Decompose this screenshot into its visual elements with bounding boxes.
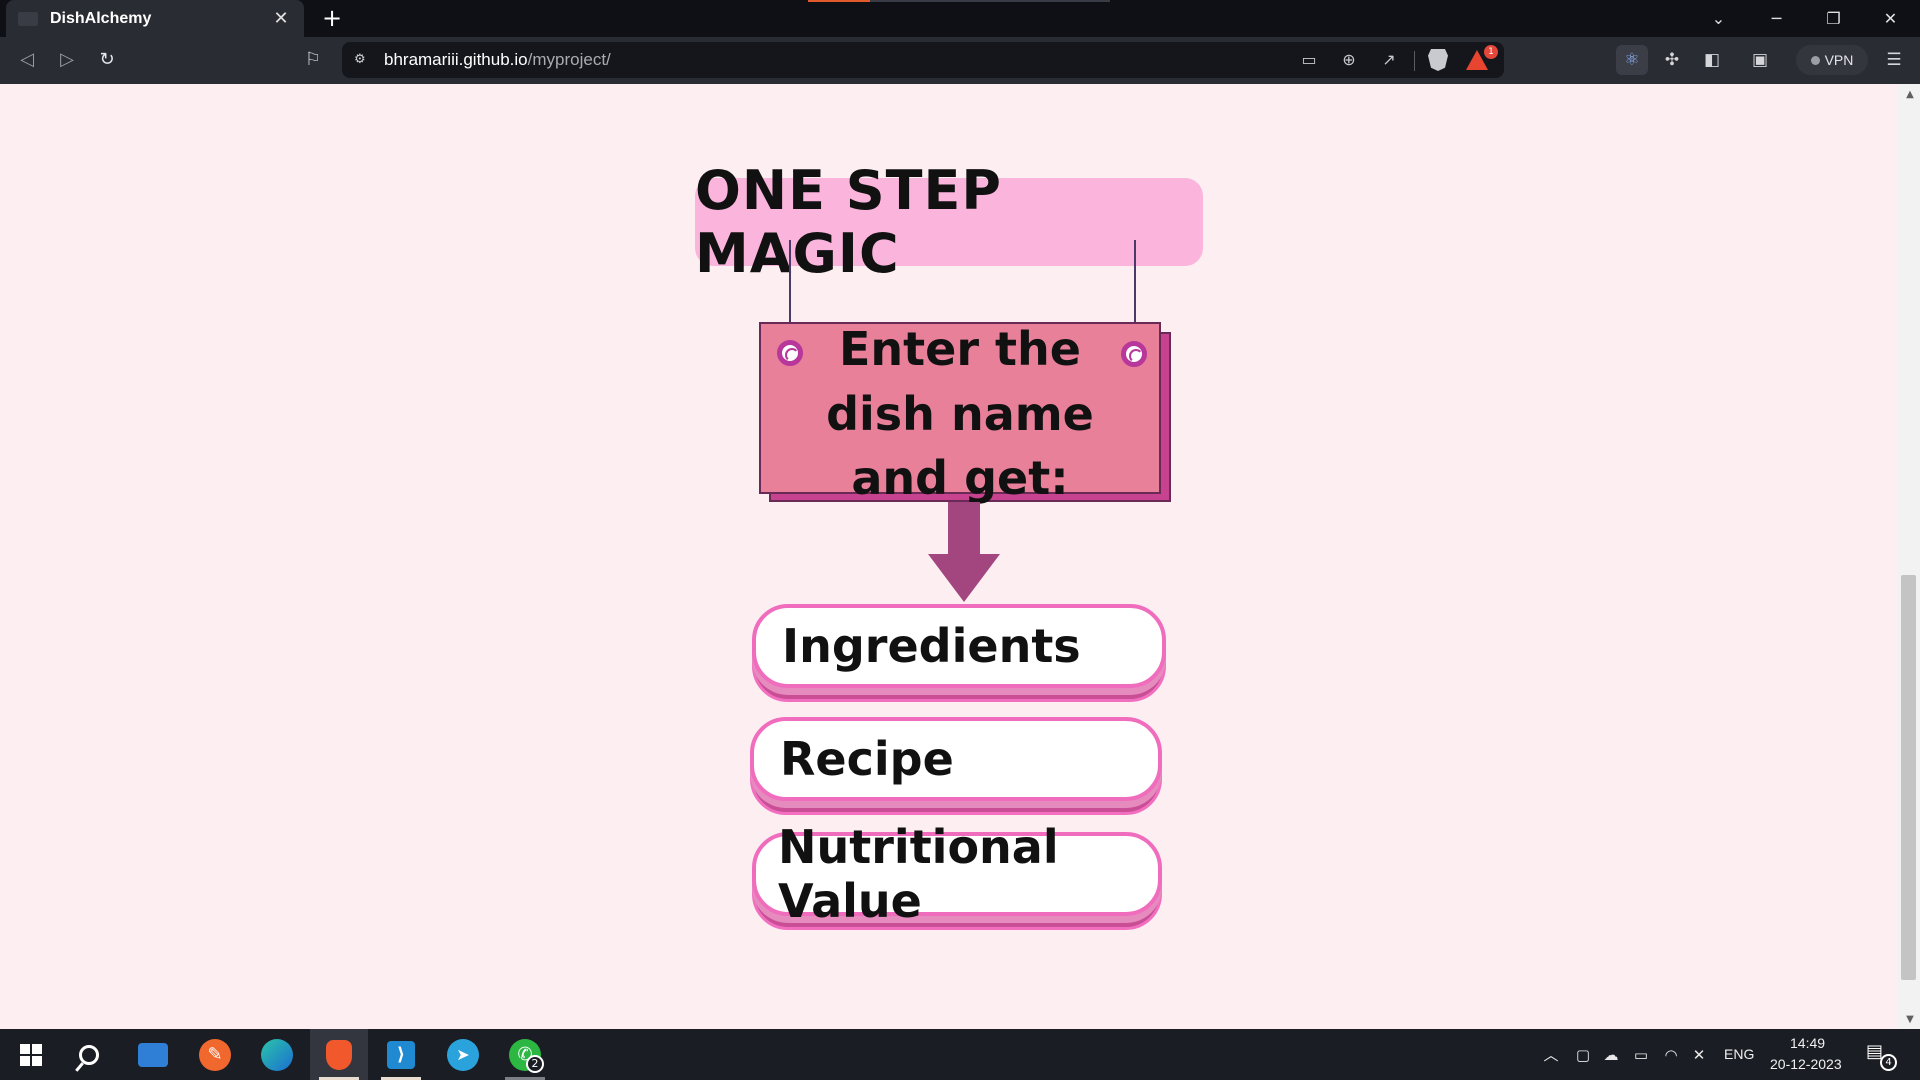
tab-strip: DishAlchemy ✕ + ⌄ ─ ❐ ✕ xyxy=(0,0,1920,37)
scroll-down-icon[interactable]: ▼ xyxy=(1903,1013,1917,1027)
site-info-icon[interactable]: ⚙ xyxy=(354,52,370,68)
pill-face[interactable]: Nutritional Value xyxy=(752,820,1162,928)
option-nutritional-value[interactable]: Nutritional Value xyxy=(752,820,1162,930)
share-icon[interactable]: ↗ xyxy=(1376,48,1402,72)
down-arrow-head xyxy=(928,554,1000,602)
vscode-button[interactable]: ⟩ xyxy=(372,1029,430,1080)
address-bar[interactable]: ⚙ bhramariii.github.io/myproject/ ▭ ⊕ ↗ … xyxy=(342,42,1504,78)
pin-icon xyxy=(1121,341,1147,367)
brave-icon xyxy=(326,1039,352,1070)
loading-indicator xyxy=(808,0,870,2)
instruction-text: Enter the dish name and get: xyxy=(826,322,1094,506)
whatsapp-button[interactable]: ✆ 2 xyxy=(496,1029,554,1080)
close-window-button[interactable]: ✕ xyxy=(1862,0,1919,37)
postman-icon: ✎ xyxy=(199,1038,231,1071)
option-ingredients[interactable]: Ingredients xyxy=(752,604,1166,702)
postman-button[interactable]: ✎ xyxy=(186,1029,244,1080)
menu-icon[interactable]: ☰ xyxy=(1878,45,1910,75)
scrollbar-thumb[interactable] xyxy=(1901,575,1916,980)
onedrive-icon[interactable]: ☁ xyxy=(1600,1044,1622,1066)
windows-taskbar: ✎ ⟩ ➤ ✆ 2 ︿ ▢ ☁ ▭ ◠ ✕ ENG 14:49 20-12-20… xyxy=(0,1029,1920,1080)
chevron-up-icon[interactable]: ︿ xyxy=(1540,1044,1562,1066)
clock-date[interactable]: 20-12-2023 xyxy=(1770,1056,1842,1072)
scroll-up-icon[interactable]: ▲ xyxy=(1903,88,1917,102)
battery-icon[interactable]: ▭ xyxy=(1630,1044,1652,1066)
instruction-card: Enter the dish name and get: xyxy=(759,322,1161,505)
react-devtools-icon[interactable]: ⚛ xyxy=(1616,45,1648,75)
bookmark-icon[interactable]: ⚐ xyxy=(298,45,328,75)
telegram-button[interactable]: ➤ xyxy=(434,1029,492,1080)
clock-time[interactable]: 14:49 xyxy=(1790,1035,1825,1051)
pill-face[interactable]: Recipe xyxy=(750,717,1162,801)
file-explorer-icon xyxy=(138,1042,168,1067)
minimize-button[interactable]: ─ xyxy=(1748,0,1805,37)
back-icon[interactable]: ◁ xyxy=(12,45,42,75)
browser-tab[interactable]: DishAlchemy ✕ xyxy=(6,0,304,37)
file-explorer-button[interactable] xyxy=(124,1029,182,1080)
volume-muted-icon[interactable]: ✕ xyxy=(1688,1044,1710,1066)
pin-icon xyxy=(777,340,803,366)
browser-toolbar: ◁ ▷ ↻ ⚐ ⚙ bhramariii.github.io/myproject… xyxy=(0,37,1920,84)
down-arrow-icon xyxy=(948,502,980,558)
zoom-icon[interactable]: ⊕ xyxy=(1336,48,1362,72)
option-recipe[interactable]: Recipe xyxy=(750,717,1162,815)
restore-button[interactable]: ❐ xyxy=(1805,0,1862,37)
start-button[interactable] xyxy=(2,1029,60,1080)
edge-icon xyxy=(261,1038,293,1071)
reload-icon[interactable]: ↻ xyxy=(92,45,122,75)
forward-icon[interactable]: ▷ xyxy=(52,45,82,75)
sidebar-icon[interactable]: ◧ xyxy=(1696,45,1728,75)
rewards-badge: 1 xyxy=(1484,45,1498,59)
option-label: Recipe xyxy=(780,732,954,786)
site-favicon-icon xyxy=(18,11,38,26)
language-indicator[interactable]: ENG xyxy=(1724,1046,1754,1062)
cast-icon[interactable]: ▭ xyxy=(1296,48,1322,72)
brave-shields-icon[interactable] xyxy=(1428,49,1448,71)
pill-face[interactable]: Ingredients xyxy=(752,604,1166,688)
whatsapp-badge: 2 xyxy=(526,1055,544,1073)
vpn-button[interactable]: VPN xyxy=(1796,45,1868,75)
new-tab-button[interactable]: + xyxy=(318,4,346,32)
brave-button[interactable] xyxy=(310,1029,368,1080)
loading-track xyxy=(870,0,1110,2)
search-button[interactable] xyxy=(60,1029,118,1080)
windows-icon xyxy=(20,1043,42,1066)
page-title: ONE STEP MAGIC xyxy=(695,159,1203,285)
divider xyxy=(1414,51,1415,71)
option-label: Ingredients xyxy=(782,619,1081,673)
url-text[interactable]: bhramariii.github.io/myproject/ xyxy=(384,50,611,70)
tab-title: DishAlchemy xyxy=(50,9,152,27)
telegram-icon: ➤ xyxy=(447,1038,479,1071)
option-label: Nutritional Value xyxy=(778,820,1059,928)
close-tab-icon[interactable]: ✕ xyxy=(270,8,292,29)
wallet-icon[interactable]: ▣ xyxy=(1744,45,1776,75)
meet-now-icon[interactable]: ▢ xyxy=(1572,1044,1594,1066)
vpn-status-icon xyxy=(1810,56,1820,65)
tab-search-dropdown-icon[interactable]: ⌄ xyxy=(1690,0,1747,37)
wifi-icon[interactable]: ◠ xyxy=(1660,1044,1682,1066)
vscode-icon: ⟩ xyxy=(387,1040,415,1069)
search-icon xyxy=(79,1044,99,1065)
edge-button[interactable] xyxy=(248,1029,306,1080)
notification-badge: 4 xyxy=(1880,1054,1897,1071)
extensions-icon[interactable]: ✣ xyxy=(1656,45,1688,75)
